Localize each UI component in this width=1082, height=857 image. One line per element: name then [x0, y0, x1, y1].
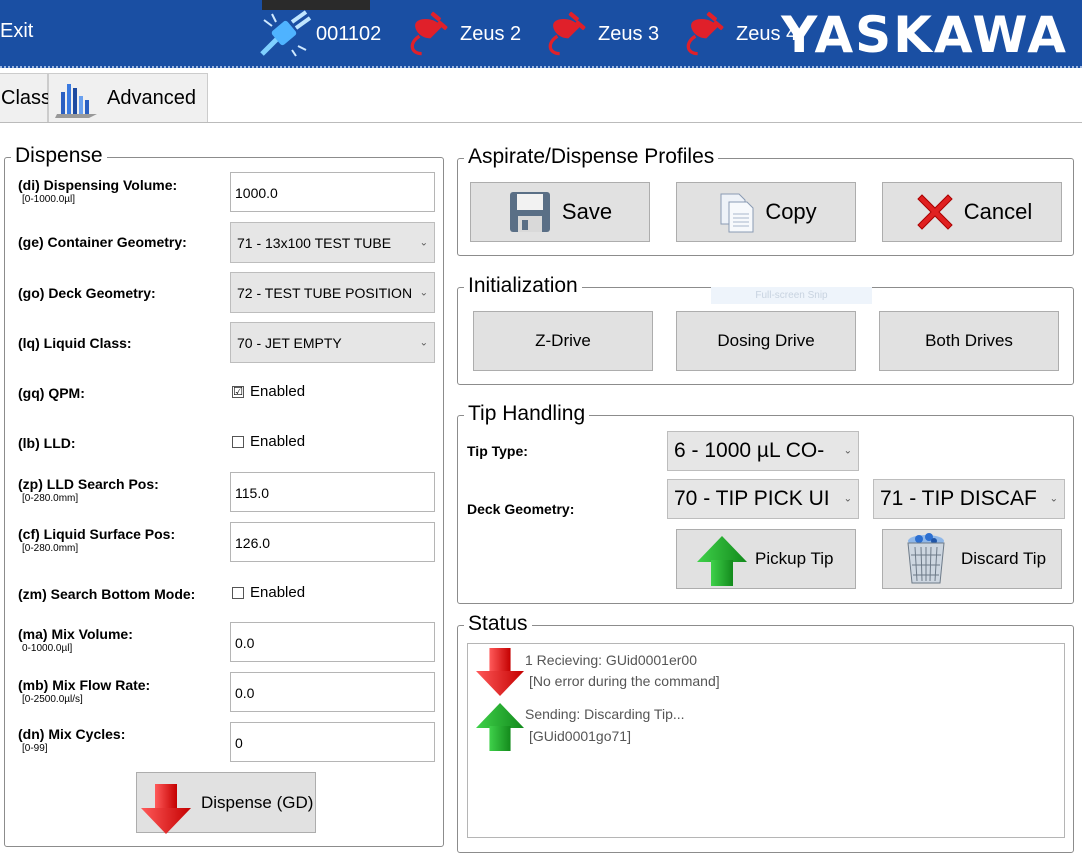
- window-handle: [262, 0, 370, 10]
- tab-bar: Class Advanced: [0, 73, 1082, 123]
- disconnected-plug-icon: [542, 10, 586, 58]
- mix-flow-rate-label: (mb) Mix Flow Rate: [0-2500.0µl/s]: [18, 677, 151, 705]
- red-down-arrow-icon: [476, 648, 524, 696]
- device-zeus-4[interactable]: Zeus 4: [680, 10, 797, 58]
- both-drives-button[interactable]: Both Drives: [879, 311, 1059, 371]
- tab-class[interactable]: Class: [0, 73, 52, 122]
- device-name: Zeus 3: [598, 22, 660, 45]
- lld-search-pos-input[interactable]: 115.0: [230, 472, 435, 512]
- range-hint: [0-280.0mm]: [22, 493, 79, 504]
- tip-type-label: Tip Type:: [467, 443, 528, 459]
- lld-search-pos-label: (zp) LLD Search Pos: [0-280.0mm]: [18, 476, 159, 504]
- chevron-down-icon: ⌄: [1047, 493, 1058, 505]
- group-title: Initialization: [464, 272, 582, 300]
- checkbox-box[interactable]: ☑: [232, 385, 244, 398]
- range-hint: [0-1000.0µl]: [22, 194, 76, 205]
- device-001102[interactable]: 001102: [258, 10, 381, 58]
- device-name: Zeus 2: [460, 22, 522, 45]
- button-label: Cancel: [963, 199, 1033, 224]
- group-title: Tip Handling: [464, 400, 590, 428]
- mix-cycles-label: (dn) Mix Cycles: [0-99]: [18, 726, 126, 754]
- discard-tip-button[interactable]: Discard Tip: [882, 529, 1062, 589]
- dispensing-volume-label: (di) Dispensing Volume: [0-1000.0µl]: [18, 177, 178, 205]
- range-hint: [0-99]: [22, 743, 48, 754]
- qpm-label: (gq) QPM:: [18, 385, 85, 401]
- checkbox-box[interactable]: [232, 435, 244, 448]
- tab-advanced[interactable]: Advanced: [48, 73, 208, 122]
- mix-flow-rate-input[interactable]: 0.0: [230, 672, 435, 712]
- lld-checkbox[interactable]: Enabled: [232, 433, 305, 450]
- container-geometry-label: (ge) Container Geometry:: [18, 234, 187, 250]
- trash-bin-icon: [907, 533, 945, 584]
- floppy-disk-icon: [509, 192, 550, 232]
- disconnected-plug-icon: [404, 10, 448, 58]
- status-log[interactable]: 1 Recieving: GUid0001er00 [No error duri…: [467, 643, 1065, 838]
- mix-volume-label: (ma) Mix Volume: 0-1000.0µl]: [18, 626, 133, 654]
- device-zeus-3[interactable]: Zeus 3: [542, 10, 659, 58]
- status-line: 1 Recieving: GUid0001er00: [525, 652, 697, 668]
- qpm-checkbox[interactable]: ☑ Enabled: [232, 383, 305, 400]
- save-button[interactable]: Save: [470, 182, 650, 242]
- checkbox-box[interactable]: [232, 586, 244, 599]
- chevron-down-icon: ⌄: [841, 445, 852, 457]
- deck-geometry-label: (go) Deck Geometry:: [18, 285, 156, 301]
- red-x-icon: [917, 194, 953, 230]
- cancel-button[interactable]: Cancel: [882, 182, 1062, 242]
- copy-documents-icon: [720, 193, 754, 233]
- container-geometry-select[interactable]: 71 - 13x100 TEST TUBE ⌄: [230, 222, 435, 263]
- dispensing-volume-input[interactable]: 1000.0: [230, 172, 435, 212]
- liquid-class-label: (lq) Liquid Class:: [18, 335, 132, 351]
- pick-geometry-select[interactable]: 70 - TIP PICK UI ⌄: [667, 479, 859, 519]
- button-label: Dispense (GD): [201, 792, 314, 812]
- chevron-down-icon: ⌄: [417, 287, 428, 298]
- deck-geometry-label: Deck Geometry:: [467, 501, 575, 517]
- range-hint: [0-280.0mm]: [22, 543, 79, 554]
- deck-geometry-select[interactable]: 72 - TEST TUBE POSITION ⌄: [230, 272, 435, 313]
- device-name: 001102: [316, 22, 382, 45]
- snip-overlay-label: Full-screen Snip: [711, 287, 872, 304]
- group-title: Status: [464, 610, 532, 638]
- tab-label: Advanced: [107, 86, 196, 109]
- liquid-surface-pos-label: (cf) Liquid Surface Pos: [0-280.0mm]: [18, 526, 176, 554]
- status-detail: [No error during the command]: [529, 673, 720, 689]
- status-detail: [GUid0001go71]: [529, 728, 631, 744]
- status-line: Sending: Discarding Tip...: [525, 706, 685, 722]
- search-bottom-mode-label: (zm) Search Bottom Mode:: [18, 586, 196, 602]
- bar-chart-icon: [55, 84, 97, 118]
- mix-volume-input[interactable]: 0.0: [230, 622, 435, 662]
- green-up-arrow-icon: [697, 533, 747, 589]
- chevron-down-icon: ⌄: [417, 237, 428, 248]
- disconnected-plug-icon: [680, 10, 724, 58]
- pickup-tip-button[interactable]: Pickup Tip: [676, 529, 856, 589]
- green-up-arrow-icon: [476, 702, 524, 752]
- red-down-arrow-icon: [141, 781, 191, 837]
- liquid-surface-pos-input[interactable]: 126.0: [230, 522, 435, 562]
- button-label: Save: [561, 199, 613, 224]
- title-bar: Exit 001102 Zeus 2 Zeus 3 Zeus 4 YASKAWA: [0, 0, 1082, 68]
- range-hint: 0-1000.0µl]: [22, 643, 73, 654]
- device-zeus-2[interactable]: Zeus 2: [404, 10, 521, 58]
- tab-label: Class: [1, 86, 52, 109]
- range-hint: [0-2500.0µl/s]: [22, 694, 83, 705]
- lld-label: (lb) LLD:: [18, 435, 76, 451]
- exit-button[interactable]: Exit: [0, 20, 33, 43]
- button-label: Copy: [765, 199, 817, 224]
- button-label: Discard Tip: [961, 549, 1047, 568]
- dosing-drive-button[interactable]: Dosing Drive: [676, 311, 856, 371]
- copy-button[interactable]: Copy: [676, 182, 856, 242]
- z-drive-button[interactable]: Z-Drive: [473, 311, 653, 371]
- chevron-down-icon: ⌄: [417, 337, 428, 348]
- chevron-down-icon: ⌄: [841, 493, 852, 505]
- connected-plug-icon: [260, 10, 312, 57]
- search-bottom-mode-checkbox[interactable]: Enabled: [232, 584, 305, 601]
- group-title: Aspirate/Dispense Profiles: [464, 143, 719, 171]
- mix-cycles-input[interactable]: 0: [230, 722, 435, 762]
- discard-geometry-select[interactable]: 71 - TIP DISCAF ⌄: [873, 479, 1065, 519]
- dispense-button[interactable]: Dispense (GD): [136, 772, 316, 833]
- liquid-class-select[interactable]: 70 - JET EMPTY ⌄: [230, 322, 435, 363]
- button-label: Pickup Tip: [755, 549, 834, 568]
- yaskawa-logo: YASKAWA: [781, 6, 1068, 64]
- group-title: Dispense: [11, 142, 107, 170]
- tip-type-select[interactable]: 6 - 1000 µL CO- ⌄: [667, 431, 859, 471]
